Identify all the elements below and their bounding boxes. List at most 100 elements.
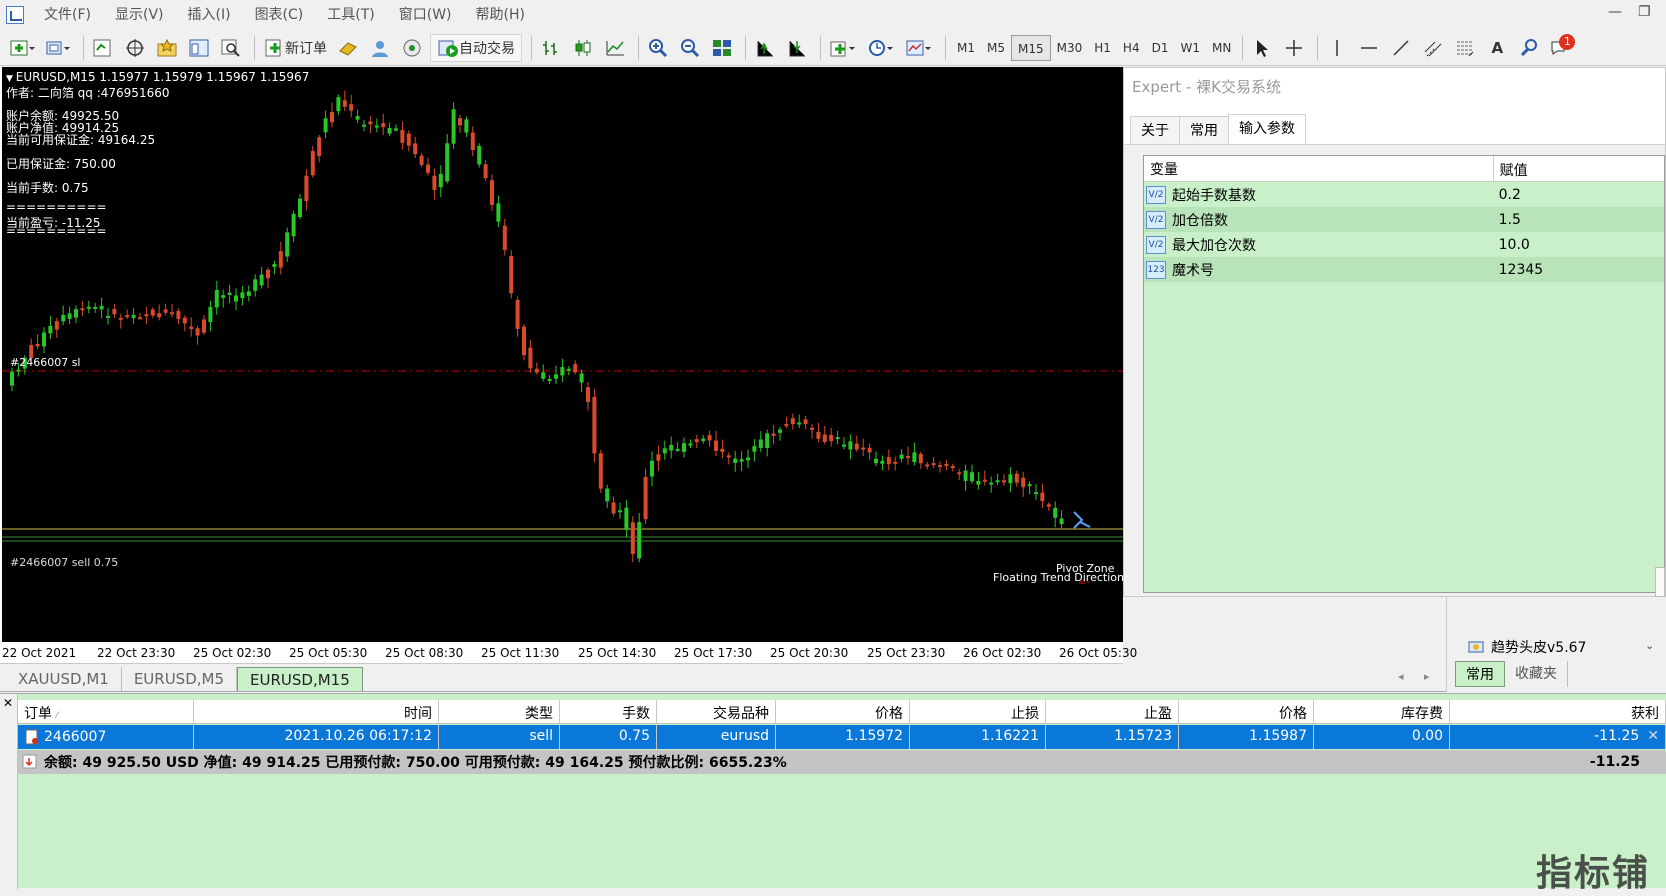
candle-body — [342, 100, 347, 107]
close-icon[interactable]: ✕ — [3, 696, 13, 710]
tab-favorites[interactable]: 收藏夹 — [1505, 661, 1568, 687]
chevron-down-icon[interactable]: ⌄ — [1645, 639, 1654, 652]
tab-eurusd-m5[interactable]: EURUSD,M5 — [122, 667, 238, 691]
notifications-button[interactable]: 1 — [1547, 33, 1577, 62]
new-order-button[interactable]: 新订单 — [260, 34, 330, 62]
timeframe-d1[interactable]: D1 — [1146, 35, 1175, 61]
search-button[interactable] — [1515, 34, 1543, 62]
candle-body — [829, 434, 834, 442]
param-value[interactable]: 10.0 — [1493, 237, 1664, 253]
tab-common-nav[interactable]: 常用 — [1455, 661, 1505, 687]
auto-trade-button[interactable]: 自动交易 — [430, 33, 522, 62]
candle-body — [950, 466, 955, 469]
indicators-button[interactable] — [826, 34, 860, 62]
candle-body — [765, 433, 770, 448]
timeframe-m5[interactable]: M5 — [981, 35, 1011, 61]
col-time[interactable]: 时间 — [194, 700, 439, 723]
close-order-icon[interactable]: ✕ — [1647, 728, 1659, 746]
candle-body — [643, 476, 648, 520]
menu-insert[interactable]: 插入(I) — [176, 0, 243, 30]
candle-body — [566, 368, 571, 371]
col-symbol[interactable]: 交易品种 — [657, 700, 776, 723]
timeframe-m30[interactable]: M30 — [1051, 35, 1089, 61]
timeframe-m15[interactable]: M15 — [1011, 34, 1051, 61]
crosshair-tool-button[interactable] — [1280, 34, 1308, 62]
col-sl[interactable]: 止损 — [910, 700, 1046, 723]
chart-shift-button[interactable] — [751, 34, 779, 62]
col-open-price[interactable]: 价格 — [776, 700, 910, 723]
equidistant-channel-button[interactable] — [1419, 34, 1447, 62]
menu-charts[interactable]: 图表(C) — [243, 0, 316, 30]
tester-button[interactable] — [217, 34, 245, 62]
param-row-start-lots[interactable]: V/2 起始手数基数 0.2 — [1144, 182, 1664, 207]
zoom-in-button[interactable] — [644, 34, 672, 62]
candle-body — [362, 124, 366, 127]
menu-window[interactable]: 窗口(W) — [387, 0, 464, 30]
timeframe-h4[interactable]: H4 — [1117, 35, 1146, 61]
candle-body — [861, 447, 866, 450]
menu-view[interactable]: 显示(V) — [103, 0, 176, 30]
vertical-line-button[interactable] — [1323, 34, 1351, 62]
timeframe-m1[interactable]: M1 — [951, 35, 981, 61]
tab-common[interactable]: 常用 — [1179, 116, 1229, 144]
crosshair-icon — [126, 38, 144, 57]
candle-body — [317, 137, 322, 157]
zoom-out-button[interactable] — [676, 34, 704, 62]
candle-body — [381, 123, 386, 128]
periods-button[interactable] — [864, 34, 898, 62]
tile-windows-button[interactable] — [708, 34, 736, 62]
market-watch-button[interactable] — [89, 34, 117, 62]
tab-inputs[interactable]: 输入参数 — [1228, 114, 1306, 144]
terminal-button[interactable] — [185, 34, 213, 62]
tab-scroll-left-icon[interactable]: ◂ — [1398, 670, 1404, 683]
param-row-magic[interactable]: 123 魔术号 12345 — [1144, 257, 1664, 282]
timeframe-w1[interactable]: W1 — [1174, 35, 1206, 61]
tab-xauusd-m1[interactable]: XAUUSD,M1 — [6, 667, 122, 691]
profiles-button[interactable] — [42, 34, 74, 62]
col-tp[interactable]: 止盈 — [1046, 700, 1179, 723]
navigator-item[interactable]: 趋势头皮v5.67 — [1467, 637, 1586, 657]
menu-tools[interactable]: 工具(T) — [315, 0, 386, 30]
col-price[interactable]: 价格 — [1179, 700, 1314, 723]
line-chart-button[interactable] — [601, 34, 629, 62]
autoscroll-button[interactable] — [783, 34, 811, 62]
horizontal-line-button[interactable] — [1355, 34, 1383, 62]
param-value[interactable]: 12345 — [1493, 262, 1664, 278]
col-lots[interactable]: 手数 — [560, 700, 657, 723]
restore-icon[interactable]: ❐ — [1638, 4, 1651, 20]
crosshair-nav-button[interactable] — [121, 34, 149, 62]
cursor-button[interactable] — [1248, 34, 1276, 62]
param-value[interactable]: 1.5 — [1493, 212, 1664, 228]
col-order[interactable]: 订单 ⁄ — [18, 700, 194, 723]
param-row-multiplier[interactable]: V/2 加仓倍数 1.5 — [1144, 207, 1664, 232]
tab-eurusd-m15[interactable]: EURUSD,M15 — [237, 667, 363, 691]
fibonacci-button[interactable] — [1451, 34, 1479, 62]
time-axis-label: 26 Oct 02:30 — [963, 646, 1042, 660]
menu-help[interactable]: 帮助(H) — [464, 0, 537, 30]
tab-about[interactable]: 关于 — [1130, 116, 1180, 144]
templates-button[interactable] — [902, 34, 936, 62]
balance-row: 余额: 49 925.50 USD 净值: 49 914.25 已用预付款: 7… — [18, 750, 1666, 774]
menu-file[interactable]: 文件(F) — [32, 0, 103, 30]
table-row[interactable]: 2466007 2021.10.26 06:17:12 sell 0.75 eu… — [18, 725, 1666, 749]
tab-scroll-right-icon[interactable]: ▸ — [1424, 670, 1430, 683]
text-tool-button[interactable]: A — [1483, 34, 1511, 62]
bar-chart-button[interactable] — [537, 34, 565, 62]
scroll-handle[interactable] — [1655, 567, 1665, 597]
col-type[interactable]: 类型 — [439, 700, 560, 723]
candlestick-button[interactable] — [569, 34, 597, 62]
col-swap[interactable]: 库存费 — [1314, 700, 1450, 723]
price-chart[interactable]: =- ▼ EURUSD,M15 1.15977 1.15979 1.15967 … — [0, 67, 1124, 642]
col-profit[interactable]: 获利 — [1450, 700, 1666, 723]
param-value[interactable]: 0.2 — [1493, 187, 1664, 203]
signals-button[interactable] — [398, 34, 426, 62]
trendline-button[interactable] — [1387, 34, 1415, 62]
param-row-max-adds[interactable]: V/2 最大加仓次数 10.0 — [1144, 232, 1664, 257]
mql-market-button[interactable] — [366, 34, 394, 62]
new-chart-button[interactable] — [6, 34, 38, 62]
timeframe-mn[interactable]: MN — [1206, 35, 1237, 61]
navigator-button[interactable] — [153, 34, 181, 62]
minimize-icon[interactable]: — — [1608, 4, 1622, 20]
timeframe-h1[interactable]: H1 — [1088, 35, 1117, 61]
metaeditor-button[interactable] — [334, 34, 362, 62]
